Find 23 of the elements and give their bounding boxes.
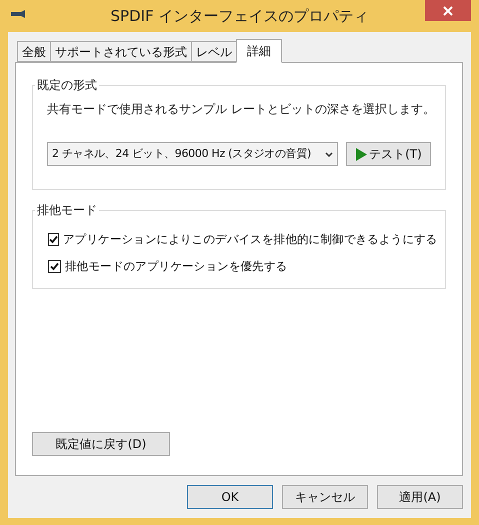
test-button[interactable]: テスト(T) [346,142,431,166]
chevron-down-icon [324,152,333,156]
dialog-button[interactable]: キャンセル [282,485,368,509]
checkbox[interactable] [48,260,61,274]
play-icon [355,148,368,160]
dialog-button[interactable]: OK [187,485,273,509]
tab[interactable]: レベル [191,41,237,62]
tab[interactable]: 詳細 [236,39,282,63]
close-button[interactable] [425,0,471,21]
description-text: 共有モードで使用されるサンプル レートとビットの深さを選択します。 [47,101,431,118]
format-dropdown[interactable]: 2 チャネル、24 ビット、96000 Hz (スタジオの音質) [47,142,338,166]
group-title: 既定の形式 [35,76,99,94]
window-title: SPDIF インターフェイスのプロパティ [110,6,368,27]
tab[interactable]: 全般 [17,41,51,62]
checkbox-label: 排他モードのアプリケーションを優先する [65,258,288,276]
group-title: 排他モード [35,201,99,219]
checkbox-label: アプリケーションによりこのデバイスを排他的に制御できるようにする [63,231,438,248]
checkbox[interactable] [48,233,59,246]
restore-defaults-button[interactable]: 既定値に戻す(D) [32,432,170,456]
close-icon [443,6,453,16]
dialog-button[interactable]: 適用(A) [377,485,463,509]
tab[interactable]: サポートされている形式 [50,41,192,62]
speaker-device-icon [10,10,26,18]
